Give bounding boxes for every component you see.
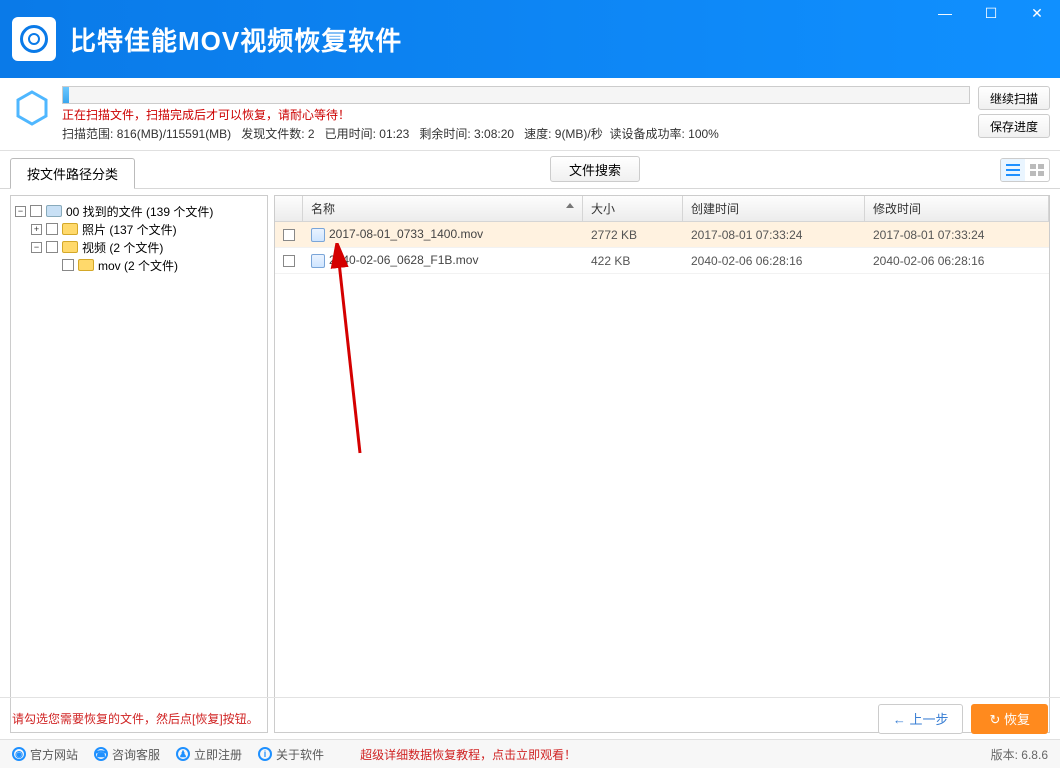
save-progress-button[interactable]: 保存进度 — [978, 114, 1050, 138]
status-warning-text: 正在扫描文件，扫描完成后才可以恢复，请耐心等待！ — [62, 106, 970, 123]
file-name: 2040-02-06_0628_F1B.mov — [329, 253, 478, 267]
back-button[interactable]: ← 上一步 — [878, 704, 964, 734]
scan-hex-icon — [10, 86, 54, 130]
tree-checkbox[interactable] — [46, 241, 58, 253]
grid-view-icon[interactable] — [1025, 159, 1049, 181]
status-info: 正在扫描文件，扫描完成后才可以恢复，请耐心等待！ 扫描范围: 816(MB)/1… — [62, 86, 970, 142]
close-button[interactable]: ✕ — [1014, 0, 1060, 26]
tree-label: 00 找到的文件 (139 个文件) — [66, 203, 213, 220]
header-name[interactable]: 名称 — [303, 196, 583, 221]
bottom-action-bar: 请勾选您需要恢复的文件，然后点[恢复]按钮。 ← 上一步 ↻ 恢复 — [0, 697, 1060, 739]
footer: ◉官方网站 ☎咨询客服 ♟立即注册 i关于软件 超级详细数据恢复教程，点击立即观… — [0, 739, 1060, 768]
file-modified: 2017-08-01 07:33:24 — [865, 228, 1049, 242]
tree-root[interactable]: − 00 找到的文件 (139 个文件) — [15, 202, 265, 220]
folder-icon — [78, 259, 94, 271]
user-icon: ♟ — [176, 747, 190, 761]
expand-icon[interactable]: + — [31, 224, 42, 235]
tree-label: mov (2 个文件) — [98, 257, 178, 274]
row-checkbox[interactable] — [283, 229, 295, 241]
help-text: 请勾选您需要恢复的文件，然后点[恢复]按钮。 — [12, 710, 259, 727]
folder-tree[interactable]: − 00 找到的文件 (139 个文件) + 照片 (137 个文件) − 视频… — [10, 195, 268, 733]
tree-photos[interactable]: + 照片 (137 个文件) — [31, 220, 265, 238]
tree-checkbox[interactable] — [46, 223, 58, 235]
header-modified[interactable]: 修改时间 — [865, 196, 1049, 221]
status-panel: 正在扫描文件，扫描完成后才可以恢复，请耐心等待！ 扫描范围: 816(MB)/1… — [0, 78, 1060, 151]
category-toolbar: 按文件路径分类 文件搜索 — [0, 151, 1060, 189]
maximize-button[interactable]: ☐ — [968, 0, 1014, 26]
window-controls: — ☐ ✕ — [922, 0, 1060, 26]
header-created[interactable]: 创建时间 — [683, 196, 865, 221]
folder-icon — [62, 223, 78, 235]
footer-about[interactable]: i关于软件 — [258, 746, 324, 763]
continue-scan-button[interactable]: 继续扫描 — [978, 86, 1050, 110]
scan-action-buttons: 继续扫描 保存进度 — [978, 86, 1050, 138]
file-row[interactable]: 2040-02-06_0628_F1B.mov 422 KB 2040-02-0… — [275, 248, 1049, 274]
tree-mov[interactable]: mov (2 个文件) — [47, 256, 265, 274]
file-size: 422 KB — [583, 254, 683, 268]
file-modified: 2040-02-06 06:28:16 — [865, 254, 1049, 268]
app-title: 比特佳能MOV视频恢复软件 — [70, 21, 402, 58]
globe-icon: ◉ — [12, 747, 26, 761]
list-header: 名称 大小 创建时间 修改时间 — [275, 196, 1049, 222]
scan-progress-bar — [62, 86, 970, 104]
tab-by-path[interactable]: 按文件路径分类 — [10, 158, 135, 189]
list-view-icon[interactable] — [1001, 159, 1025, 181]
file-search-button[interactable]: 文件搜索 — [550, 156, 640, 182]
headset-icon: ☎ — [94, 747, 108, 761]
file-icon — [311, 228, 325, 242]
file-icon — [311, 254, 325, 268]
header-size[interactable]: 大小 — [583, 196, 683, 221]
row-checkbox[interactable] — [283, 255, 295, 267]
sort-asc-icon — [566, 203, 574, 208]
tree-checkbox[interactable] — [62, 259, 74, 271]
footer-register[interactable]: ♟立即注册 — [176, 746, 242, 763]
header-checkbox-col[interactable] — [275, 196, 303, 221]
status-detail-text: 扫描范围: 816(MB)/115591(MB) 发现文件数: 2 已用时间: … — [62, 125, 970, 142]
footer-support[interactable]: ☎咨询客服 — [94, 746, 160, 763]
version-label: 版本: 6.8.6 — [991, 746, 1048, 763]
info-icon: i — [258, 747, 272, 761]
app-logo-icon — [12, 17, 56, 61]
file-name: 2017-08-01_0733_1400.mov — [329, 227, 483, 241]
main-content: − 00 找到的文件 (139 个文件) + 照片 (137 个文件) − 视频… — [0, 189, 1060, 739]
folder-icon — [62, 241, 78, 253]
footer-tutorial-link[interactable]: 超级详细数据恢复教程，点击立即观看！ — [360, 746, 576, 763]
file-created: 2040-02-06 06:28:16 — [683, 254, 865, 268]
view-toggle — [1000, 158, 1050, 182]
file-list: 名称 大小 创建时间 修改时间 2017-08-01_0733_1400.mov… — [274, 195, 1050, 733]
tree-label: 视频 (2 个文件) — [82, 239, 163, 256]
file-row[interactable]: 2017-08-01_0733_1400.mov 2772 KB 2017-08… — [275, 222, 1049, 248]
title-bar: 比特佳能MOV视频恢复软件 — ☐ ✕ — [0, 0, 1060, 78]
tree-checkbox[interactable] — [30, 205, 42, 217]
drive-icon — [46, 205, 62, 217]
tree-label: 照片 (137 个文件) — [82, 221, 177, 238]
file-size: 2772 KB — [583, 228, 683, 242]
minimize-button[interactable]: — — [922, 0, 968, 26]
collapse-icon[interactable]: − — [15, 206, 26, 217]
collapse-icon[interactable]: − — [31, 242, 42, 253]
footer-official-site[interactable]: ◉官方网站 — [12, 746, 78, 763]
tree-videos[interactable]: − 视频 (2 个文件) — [31, 238, 265, 256]
restore-button[interactable]: ↻ 恢复 — [971, 704, 1048, 734]
file-created: 2017-08-01 07:33:24 — [683, 228, 865, 242]
